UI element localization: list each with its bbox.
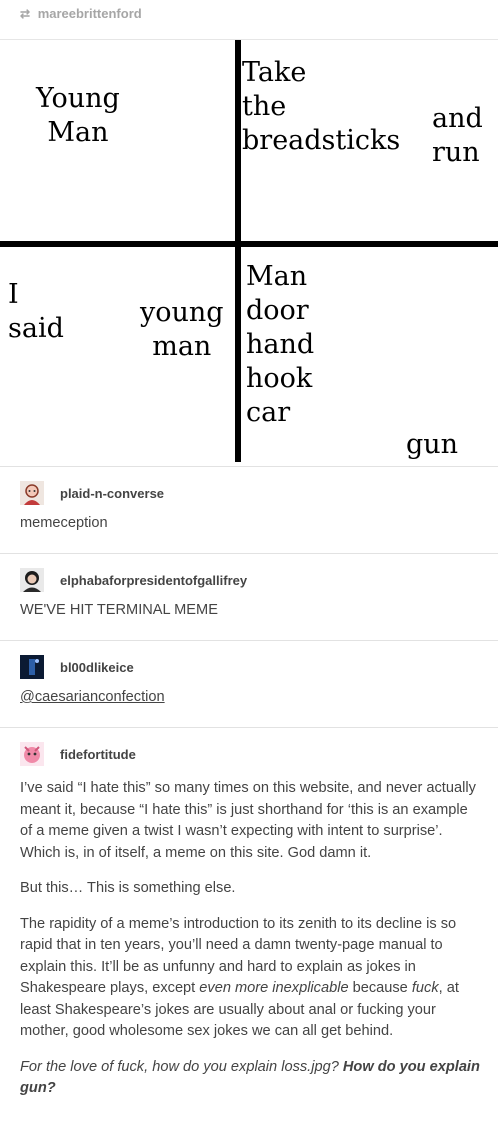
italic-text: even more inexplicable <box>199 980 349 996</box>
avatar[interactable] <box>20 742 44 766</box>
comic-text-man-door-hand-hook-car: Man door hand hook car <box>246 261 315 428</box>
comic-text-young-man: Young Man <box>36 83 120 148</box>
comic-horizontal-divider <box>0 241 498 247</box>
avatar[interactable] <box>20 481 44 505</box>
comic-text-take-the-breadsticks: Take the breadsticks <box>242 57 401 156</box>
reblog-username[interactable]: mareebrittenford <box>38 6 142 21</box>
username[interactable]: bl00dlikeice <box>60 660 134 675</box>
meme-comic-image: Young Man Take the breadsticks and run I… <box>0 40 498 466</box>
comic-text-i-said: I said <box>8 279 64 344</box>
avatar[interactable] <box>20 568 44 592</box>
note-post: plaid-n-converse memeception <box>0 466 498 553</box>
post-text: memeception <box>20 515 108 531</box>
reblog-header: ⇄ mareebrittenford <box>0 0 498 40</box>
note-header: elphabaforpresidentofgallifrey <box>20 568 247 592</box>
comic-text-young-man-2: young man <box>140 297 224 362</box>
note-header: bl00dlikeice <box>20 655 134 679</box>
comic-text-and-run: and run <box>432 103 483 168</box>
comic-vertical-divider <box>235 40 241 462</box>
comic-text-gun: gun <box>406 429 459 460</box>
italic-text: fuck <box>411 980 439 996</box>
post-text: WE'VE HIT TERMINAL MEME <box>20 602 218 618</box>
post-body: I’ve said “I hate this” so many times on… <box>20 778 480 1114</box>
note-post: fidefortitude I’ve said “I hate this” so… <box>0 727 498 1128</box>
avatar[interactable] <box>20 655 44 679</box>
note-header: fidefortitude <box>20 742 136 766</box>
username[interactable]: plaid-n-converse <box>60 486 164 501</box>
username[interactable]: elphabaforpresidentofgallifrey <box>60 573 247 588</box>
mention-link[interactable]: @caesarianconfection <box>20 687 480 709</box>
paragraph: I’ve said “I hate this” so many times on… <box>20 780 476 861</box>
reblog-icon: ⇄ <box>20 7 31 21</box>
paragraph: But this… This is something else. <box>20 880 236 896</box>
note-post: bl00dlikeice @caesarianconfection <box>0 640 498 727</box>
text-span: because <box>348 980 412 996</box>
note-post: elphabaforpresidentofgallifrey WE'VE HIT… <box>0 553 498 640</box>
italic-text: For the love of fuck, how do you explain… <box>20 1058 343 1075</box>
paragraph: For the love of fuck, how do you explain… <box>20 1057 480 1100</box>
username[interactable]: fidefortitude <box>60 747 136 762</box>
note-header: plaid-n-converse <box>20 481 164 505</box>
paragraph: The rapidity of a meme’s introduction to… <box>20 914 480 1043</box>
